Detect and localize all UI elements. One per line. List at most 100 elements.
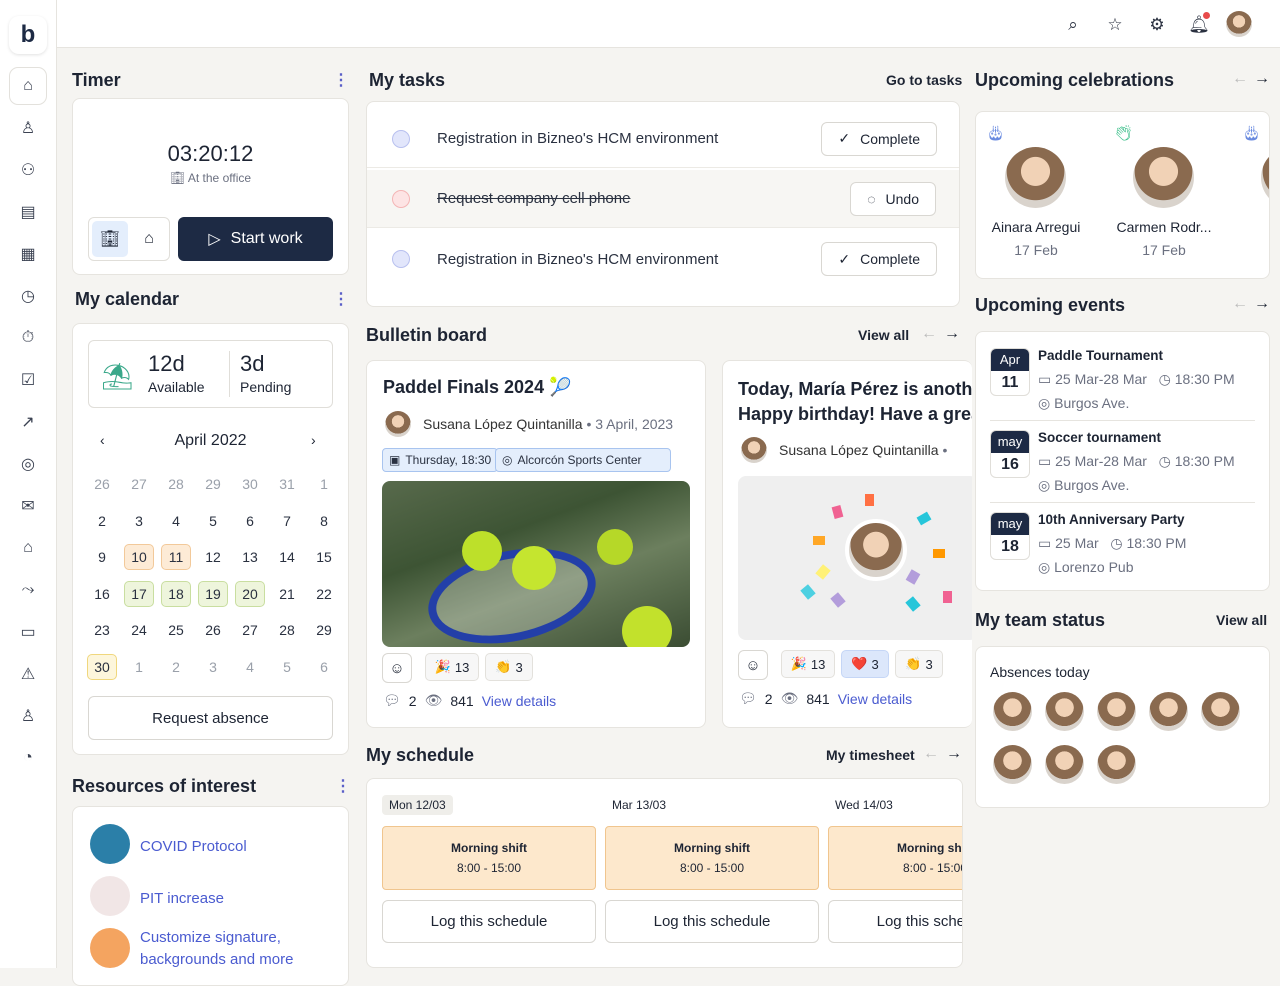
- avatar[interactable]: [1226, 11, 1252, 37]
- calendar-day[interactable]: 25: [161, 617, 191, 643]
- sidebar-item-chat[interactable]: ✉: [9, 487, 47, 525]
- reaction-button[interactable]: 🎉 13: [781, 650, 835, 678]
- sidebar-item-money[interactable]: ▭: [9, 613, 47, 651]
- reaction-button[interactable]: 👏 3: [485, 653, 533, 681]
- team-member-avatar[interactable]: [1045, 745, 1084, 784]
- calendar-menu-icon[interactable]: ⋮: [333, 289, 349, 309]
- calendar-day[interactable]: 17: [124, 580, 154, 607]
- calendar-day[interactable]: 16: [87, 581, 117, 607]
- calendar-day[interactable]: 18: [161, 580, 191, 607]
- task-checkbox[interactable]: [392, 250, 410, 268]
- next-month-button[interactable]: ›: [311, 432, 316, 448]
- add-reaction-button[interactable]: ☺: [738, 650, 768, 680]
- calendar-day[interactable]: 26: [87, 471, 117, 497]
- calendar-day[interactable]: 29: [309, 617, 339, 643]
- star-icon[interactable]: ☆: [1104, 14, 1126, 36]
- team-member-avatar[interactable]: [993, 745, 1032, 784]
- calendar-day[interactable]: 23: [87, 617, 117, 643]
- log-schedule-button[interactable]: Log this schedule: [828, 900, 962, 943]
- view-details-link[interactable]: View details: [482, 693, 556, 709]
- calendar-day[interactable]: 14: [272, 544, 302, 570]
- calendar-day[interactable]: 4: [161, 508, 191, 534]
- resources-menu-icon[interactable]: ⋮: [335, 776, 351, 796]
- log-schedule-button[interactable]: Log this schedule: [382, 900, 596, 943]
- celebrations-prev-arrow-icon[interactable]: ←: [1232, 70, 1248, 88]
- office-toggle-button[interactable]: 🏢︎: [92, 221, 128, 257]
- calendar-day[interactable]: 26: [198, 617, 228, 643]
- reaction-button[interactable]: 🎉 13: [425, 653, 479, 681]
- calendar-day[interactable]: 9: [87, 544, 117, 570]
- team-member-avatar[interactable]: [993, 692, 1032, 731]
- undo-button[interactable]: ◌ Undo: [850, 181, 936, 216]
- celebration-avatar[interactable]: [1261, 147, 1269, 208]
- timesheet-link[interactable]: My timesheet: [826, 747, 915, 763]
- celebrations-next-arrow-icon[interactable]: →: [1254, 70, 1270, 88]
- bulletin-prev-arrow-icon[interactable]: ←: [921, 325, 937, 343]
- bulletin-view-all-link[interactable]: View all: [858, 327, 909, 343]
- bulletin-next-arrow-icon[interactable]: →: [944, 325, 960, 343]
- shift-card[interactable]: Morning shift 8:00 - 15:00: [828, 826, 962, 890]
- log-schedule-button[interactable]: Log this schedule: [605, 900, 819, 943]
- calendar-day[interactable]: 28: [161, 471, 191, 497]
- team-member-avatar[interactable]: [1201, 692, 1240, 731]
- calendar-day[interactable]: 31: [272, 471, 302, 497]
- complete-button[interactable]: ✓ Complete: [821, 121, 937, 156]
- logo[interactable]: b: [9, 16, 47, 54]
- sidebar-item-folders[interactable]: ▤: [9, 193, 47, 231]
- request-absence-button[interactable]: Request absence: [88, 696, 333, 740]
- sidebar-item-warning[interactable]: ⚠: [9, 655, 47, 693]
- shift-card[interactable]: Morning shift 8:00 - 15:00: [605, 826, 819, 890]
- sidebar-item-user[interactable]: ♙: [9, 109, 47, 147]
- calendar-day[interactable]: 27: [124, 471, 154, 497]
- sidebar-item-route[interactable]: ⤳: [9, 571, 47, 609]
- schedule-next-arrow-icon[interactable]: →: [946, 745, 962, 763]
- calendar-day[interactable]: 10: [124, 544, 154, 571]
- sidebar-item-check-square[interactable]: ☑: [9, 361, 47, 399]
- add-reaction-button[interactable]: ☺: [382, 653, 412, 683]
- calendar-day[interactable]: 13: [235, 544, 265, 570]
- calendar-day[interactable]: 8: [309, 508, 339, 534]
- team-member-avatar[interactable]: [1097, 692, 1136, 731]
- resource-link[interactable]: Customize signature, backgrounds and mor…: [140, 927, 330, 971]
- post-author[interactable]: Susana López Quintanilla: [779, 442, 939, 458]
- calendar-day[interactable]: 6: [235, 508, 265, 534]
- calendar-day[interactable]: 11: [161, 544, 191, 571]
- sidebar-item-pie[interactable]: ◔: [9, 739, 47, 777]
- sidebar-item-home[interactable]: ⌂: [9, 67, 47, 105]
- team-view-all-link[interactable]: View all: [1216, 612, 1267, 628]
- team-member-avatar[interactable]: [1097, 745, 1136, 784]
- calendar-day[interactable]: 12: [198, 544, 228, 570]
- sidebar-item-stopwatch[interactable]: ⏱︎: [9, 319, 47, 357]
- calendar-day[interactable]: 2: [87, 508, 117, 534]
- calendar-day[interactable]: 6: [309, 654, 339, 680]
- calendar-day[interactable]: 5: [272, 654, 302, 680]
- task-checkbox[interactable]: [392, 129, 410, 148]
- shift-card[interactable]: Morning shift 8:00 - 15:00: [382, 826, 596, 890]
- schedule-prev-arrow-icon[interactable]: ←: [923, 745, 939, 763]
- calendar-day[interactable]: 2: [161, 654, 191, 680]
- calendar-day[interactable]: 7: [272, 508, 302, 534]
- complete-button[interactable]: ✓ Complete: [821, 242, 937, 276]
- celebration-avatar[interactable]: [1005, 147, 1066, 208]
- bell-icon[interactable]: 🔔︎: [1188, 12, 1210, 36]
- sidebar-item-chart[interactable]: ↗: [9, 403, 47, 441]
- calendar-day[interactable]: 5: [198, 508, 228, 534]
- event-name[interactable]: Paddle Tournament: [1038, 348, 1163, 363]
- calendar-day[interactable]: 3: [198, 654, 228, 680]
- calendar-day[interactable]: 29: [198, 471, 228, 497]
- reaction-button[interactable]: ❤️ 3: [841, 650, 889, 678]
- team-member-avatar[interactable]: [1149, 692, 1188, 731]
- celebration-avatar[interactable]: [1133, 147, 1194, 208]
- calendar-day[interactable]: 21: [272, 581, 302, 607]
- events-next-arrow-icon[interactable]: →: [1254, 295, 1270, 313]
- sidebar-item-clock[interactable]: ◷: [9, 277, 47, 315]
- resource-link[interactable]: PIT increase: [140, 888, 330, 910]
- calendar-day[interactable]: 24: [124, 617, 154, 643]
- calendar-day[interactable]: 15: [309, 544, 339, 570]
- events-prev-arrow-icon[interactable]: ←: [1232, 295, 1248, 313]
- start-work-button[interactable]: ▷ Start work: [178, 217, 333, 261]
- home-toggle-button[interactable]: ⌂: [131, 221, 167, 257]
- calendar-day[interactable]: 30: [235, 471, 265, 497]
- post-author[interactable]: Susana López Quintanilla: [423, 416, 583, 432]
- sidebar-item-users[interactable]: ⚇: [9, 151, 47, 189]
